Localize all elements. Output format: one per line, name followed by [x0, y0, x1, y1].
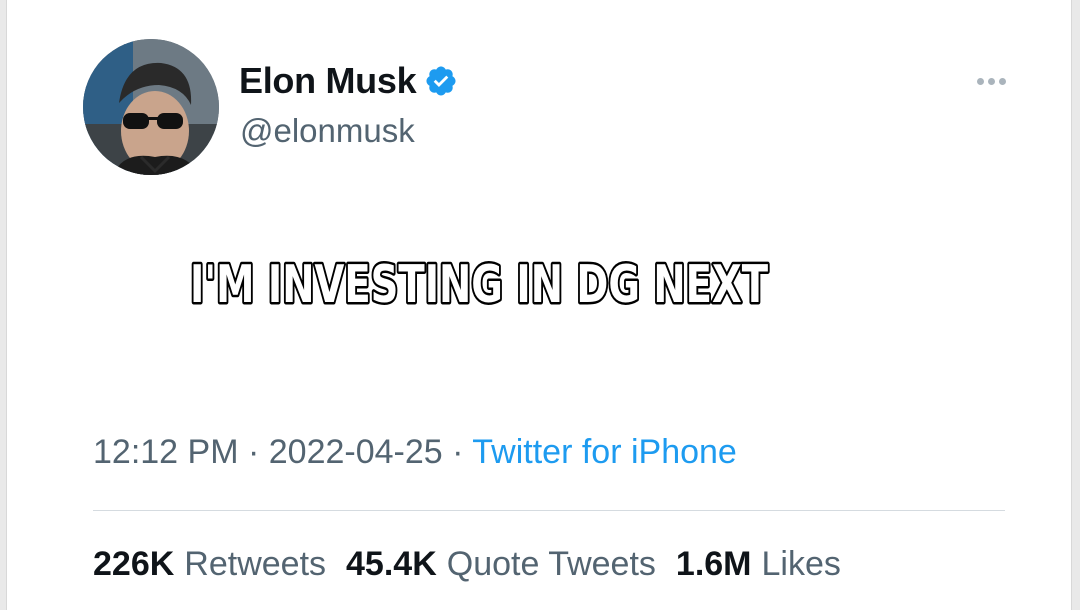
- display-name[interactable]: Elon Musk: [239, 60, 417, 102]
- meme-overlay-text: I'M INVESTING IN DG NEXT: [188, 246, 790, 318]
- divider: [93, 510, 1005, 511]
- retweets-count: 226K: [93, 545, 175, 583]
- tweet-source-link[interactable]: Twitter for iPhone: [472, 433, 737, 471]
- likes-label: Likes: [761, 545, 841, 583]
- likes-count: 1.6M: [675, 545, 752, 583]
- author-row: Elon Musk: [239, 58, 458, 104]
- quote-tweets-stat[interactable]: 45.4K Quote Tweets: [346, 545, 656, 584]
- author-handle[interactable]: @elonmusk: [240, 112, 415, 150]
- profile-photo-icon: [83, 39, 219, 175]
- tweet-stats: 226K Retweets 45.4K Quote Tweets 1.6M Li…: [93, 545, 841, 584]
- retweets-label: Retweets: [184, 545, 327, 583]
- quote-tweets-label: Quote Tweets: [446, 545, 656, 583]
- avatar[interactable]: [83, 39, 219, 175]
- tweet-time[interactable]: 12:12 PM: [93, 433, 239, 471]
- dot: [998, 77, 1006, 85]
- dot: [987, 77, 995, 85]
- tweet-date[interactable]: 2022-04-25: [269, 433, 443, 471]
- retweets-stat[interactable]: 226K Retweets: [93, 545, 326, 584]
- verified-badge-icon: [424, 64, 458, 98]
- more-options-icon[interactable]: [967, 68, 1015, 94]
- tweet-card: Elon Musk @elonmusk I'M INVESTING IN DG …: [6, 0, 1072, 610]
- dot: [976, 77, 984, 85]
- tweet-meta: 12:12 PM · 2022-04-25 · Twitter for iPho…: [93, 433, 737, 472]
- meta-separator: ·: [442, 433, 473, 471]
- quote-tweets-count: 45.4K: [346, 545, 437, 583]
- meta-separator: ·: [238, 433, 269, 471]
- meme-caption: I'M INVESTING IN DG NEXT: [190, 255, 768, 315]
- likes-stat[interactable]: 1.6M Likes: [676, 545, 841, 584]
